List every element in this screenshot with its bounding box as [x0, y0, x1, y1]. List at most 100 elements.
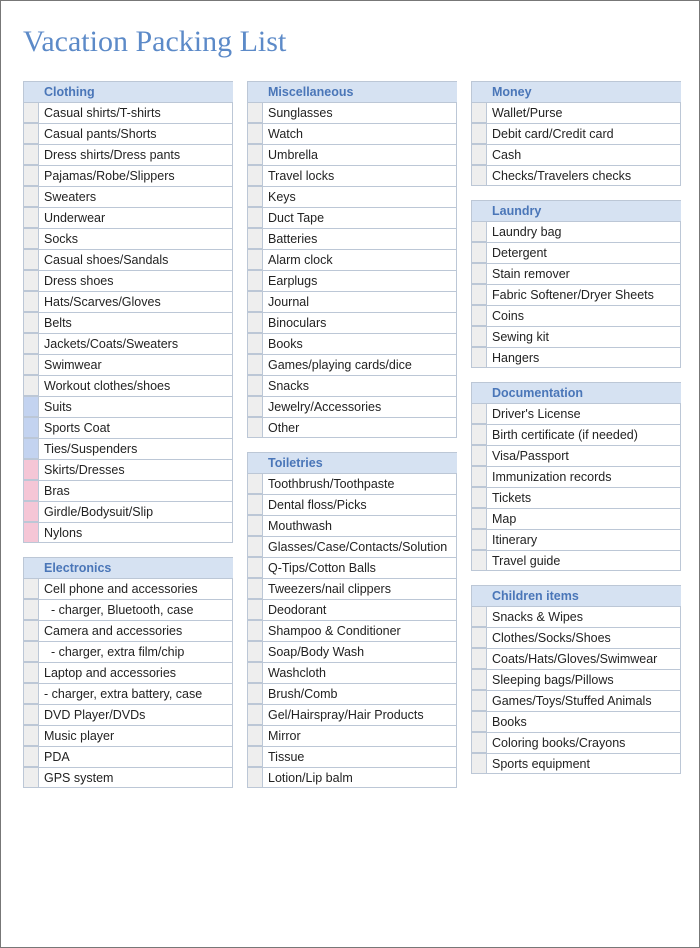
checkbox[interactable] — [471, 627, 487, 648]
checkbox[interactable] — [247, 354, 263, 375]
checkbox[interactable] — [23, 249, 39, 270]
checkbox[interactable] — [23, 396, 39, 417]
checkbox[interactable] — [23, 641, 39, 662]
checkbox[interactable] — [247, 536, 263, 557]
checkbox[interactable] — [247, 704, 263, 725]
checkbox[interactable] — [23, 459, 39, 480]
checkbox[interactable] — [471, 669, 487, 690]
checkbox[interactable] — [23, 165, 39, 186]
checkbox[interactable] — [247, 767, 263, 788]
checkbox[interactable] — [247, 396, 263, 417]
checkbox[interactable] — [247, 249, 263, 270]
checkbox[interactable] — [471, 284, 487, 305]
checkbox[interactable] — [471, 123, 487, 144]
item-label: Travel locks — [263, 165, 457, 186]
checkbox[interactable] — [471, 305, 487, 326]
checkbox[interactable] — [23, 375, 39, 396]
checkbox[interactable] — [23, 704, 39, 725]
checkbox[interactable] — [247, 557, 263, 578]
checkbox[interactable] — [23, 228, 39, 249]
checkbox[interactable] — [23, 438, 39, 459]
checkbox[interactable] — [471, 753, 487, 774]
checkbox[interactable] — [23, 480, 39, 501]
checkbox[interactable] — [471, 263, 487, 284]
checkbox[interactable] — [247, 144, 263, 165]
checkbox[interactable] — [247, 123, 263, 144]
checkbox[interactable] — [247, 291, 263, 312]
item-label: Casual pants/Shorts — [39, 123, 233, 144]
checkbox[interactable] — [23, 291, 39, 312]
checkbox[interactable] — [247, 620, 263, 641]
checkbox[interactable] — [247, 102, 263, 123]
section-header: Children items — [471, 585, 681, 606]
checkbox[interactable] — [23, 186, 39, 207]
checkbox[interactable] — [23, 144, 39, 165]
checkbox[interactable] — [23, 683, 39, 704]
checkbox[interactable] — [23, 501, 39, 522]
checkbox[interactable] — [471, 508, 487, 529]
checkbox[interactable] — [247, 333, 263, 354]
checkbox[interactable] — [471, 487, 487, 508]
checkbox[interactable] — [471, 242, 487, 263]
checkbox[interactable] — [471, 445, 487, 466]
checkbox[interactable] — [471, 221, 487, 242]
item-label: Umbrella — [263, 144, 457, 165]
checkbox[interactable] — [471, 732, 487, 753]
checkbox[interactable] — [247, 725, 263, 746]
checkbox[interactable] — [23, 312, 39, 333]
checkbox[interactable] — [23, 270, 39, 291]
checkbox[interactable] — [23, 725, 39, 746]
checkbox[interactable] — [247, 683, 263, 704]
checkbox[interactable] — [471, 102, 487, 123]
checkbox[interactable] — [247, 494, 263, 515]
checkbox[interactable] — [23, 746, 39, 767]
checkbox[interactable] — [471, 690, 487, 711]
checkbox[interactable] — [471, 711, 487, 732]
checkbox[interactable] — [471, 648, 487, 669]
checkbox[interactable] — [247, 641, 263, 662]
checkbox[interactable] — [471, 326, 487, 347]
checkbox[interactable] — [23, 522, 39, 543]
checkbox[interactable] — [23, 333, 39, 354]
item-label: Swimwear — [39, 354, 233, 375]
checkbox[interactable] — [247, 578, 263, 599]
checkbox[interactable] — [23, 207, 39, 228]
checkbox[interactable] — [247, 599, 263, 620]
checkbox[interactable] — [247, 312, 263, 333]
checkbox[interactable] — [247, 417, 263, 438]
list-item: Dress shirts/Dress pants — [23, 144, 233, 165]
checkbox[interactable] — [247, 186, 263, 207]
checkbox[interactable] — [247, 228, 263, 249]
item-label: Hangers — [487, 347, 681, 368]
checkbox[interactable] — [23, 620, 39, 641]
checkbox[interactable] — [247, 375, 263, 396]
checkbox[interactable] — [23, 578, 39, 599]
checkbox[interactable] — [23, 123, 39, 144]
checkbox[interactable] — [471, 529, 487, 550]
checkbox[interactable] — [247, 746, 263, 767]
checkbox[interactable] — [471, 403, 487, 424]
checkbox[interactable] — [23, 599, 39, 620]
checkbox[interactable] — [247, 270, 263, 291]
checkbox[interactable] — [471, 606, 487, 627]
item-label: Dress shoes — [39, 270, 233, 291]
checkbox[interactable] — [471, 144, 487, 165]
checkbox[interactable] — [247, 515, 263, 536]
checkbox[interactable] — [23, 102, 39, 123]
section: DocumentationDriver's LicenseBirth certi… — [471, 382, 681, 571]
checkbox[interactable] — [247, 165, 263, 186]
checkbox[interactable] — [471, 347, 487, 368]
checkbox[interactable] — [23, 767, 39, 788]
checkbox[interactable] — [471, 466, 487, 487]
checkbox[interactable] — [23, 354, 39, 375]
checkbox[interactable] — [247, 473, 263, 494]
checkbox[interactable] — [471, 165, 487, 186]
checkbox[interactable] — [23, 417, 39, 438]
checkbox[interactable] — [247, 662, 263, 683]
item-label: Games/playing cards/dice — [263, 354, 457, 375]
checkbox[interactable] — [247, 207, 263, 228]
checkbox[interactable] — [471, 550, 487, 571]
checkbox[interactable] — [23, 662, 39, 683]
checkbox[interactable] — [471, 424, 487, 445]
item-label: Detergent — [487, 242, 681, 263]
